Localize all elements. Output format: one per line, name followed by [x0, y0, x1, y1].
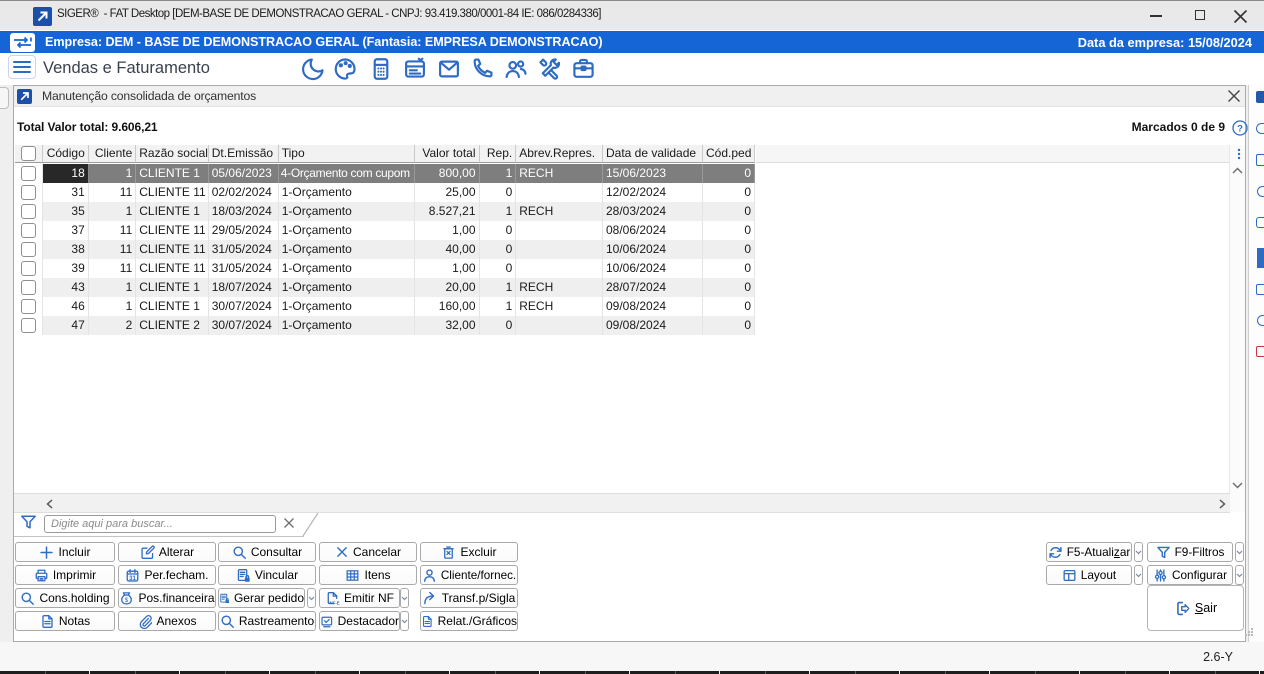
- svg-text:31: 31: [130, 574, 137, 581]
- svg-text:NF-E: NF-E: [330, 600, 340, 605]
- svg-text:?: ?: [1237, 123, 1243, 134]
- svg-text:$: $: [125, 596, 129, 603]
